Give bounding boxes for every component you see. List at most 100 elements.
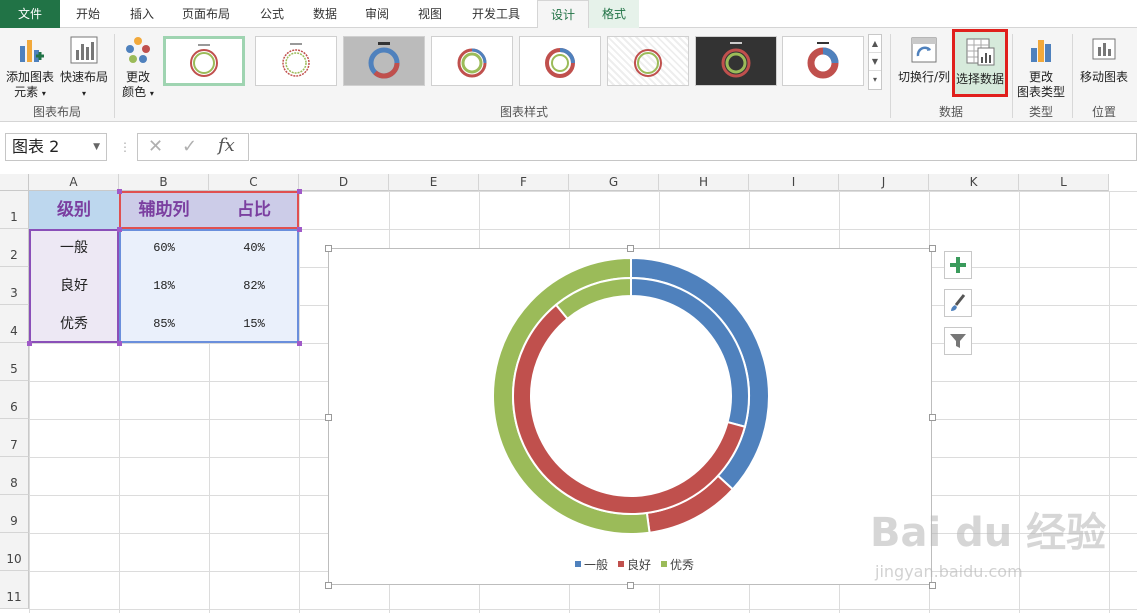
data-cell[interactable]: 60% [119,229,209,267]
column-header-d[interactable]: D [299,174,389,191]
legend-swatch[interactable] [618,561,624,567]
gallery-more-icon[interactable]: ▾ [869,71,881,89]
legend-swatch[interactable] [575,561,581,567]
gallery-up-icon[interactable]: ▲ [869,35,881,53]
column-header-e[interactable]: E [389,174,479,191]
chart-filters-button[interactable] [944,327,972,355]
tab-insert[interactable]: 插入 [116,0,168,28]
chart-layout-group-label: 图表布局 [32,105,81,119]
move-chart-button[interactable]: 移动图表 [1076,34,1132,85]
row-header-9[interactable]: 9 [0,495,29,533]
tab-formulas[interactable]: 公式 [244,0,300,28]
data-cell[interactable]: 82% [209,267,299,305]
tab-view[interactable]: 视图 [404,0,456,28]
column-header-c[interactable]: C [209,174,299,191]
chart-styles-button[interactable] [944,289,972,317]
column-header-a[interactable]: A [29,174,119,191]
insert-function-icon[interactable]: fx [218,135,235,156]
chart-resize-handle[interactable] [325,582,332,589]
column-header-l[interactable]: L [1019,174,1109,191]
change-chart-type-label1: 更改 [1028,70,1053,84]
row-header-2[interactable]: 2 [0,229,29,267]
select-all-corner[interactable] [0,174,29,191]
row-header-4[interactable]: 4 [0,305,29,343]
formula-input[interactable] [250,133,1137,161]
chart-style-thumb-icon [721,42,751,78]
tab-page-layout[interactable]: 页面布局 [168,0,244,28]
chart-style-8[interactable] [782,36,864,86]
row-header-11[interactable]: 11 [0,571,29,609]
legend-label[interactable]: 一般 [584,557,608,572]
select-data-button[interactable]: 选择数据 [952,29,1008,97]
tab-review[interactable]: 审阅 [350,0,404,28]
legend-label[interactable]: 良好 [627,557,651,572]
chart-style-7[interactable] [695,36,777,86]
row-header-3[interactable]: 3 [0,267,29,305]
enter-icon[interactable]: ✓ [182,136,197,157]
grid-row-line [29,609,1137,610]
cancel-icon[interactable]: ✕ [148,136,163,157]
chart-style-2[interactable] [255,36,337,86]
legend-swatch[interactable] [661,561,667,567]
column-header-b[interactable]: B [119,174,209,191]
data-cell[interactable]: 18% [119,267,209,305]
chart-resize-handle[interactable] [627,582,634,589]
row-header-6[interactable]: 6 [0,381,29,419]
chart-resize-handle[interactable] [325,414,332,421]
data-cell[interactable]: 15% [209,305,299,343]
quick-layout-button[interactable]: 快速布局 ▾ [58,34,110,101]
chart-style-thumb-icon [368,42,400,79]
style-gallery-scroll[interactable]: ▲ ▼ ▾ [868,34,882,90]
change-chart-type-label2: 图表类型 [1016,85,1065,99]
chart-style-3[interactable] [343,36,425,86]
column-header-h[interactable]: H [659,174,749,191]
chart-area[interactable]: 一般 良好 优秀 [328,248,932,585]
doughnut-chart: 一般 良好 优秀 [492,256,770,572]
grid-column-line [299,191,300,613]
data-cell[interactable]: 85% [119,305,209,343]
switch-row-column-button[interactable]: 切换行/列 [895,34,953,85]
column-header-i[interactable]: I [749,174,839,191]
legend-label[interactable]: 优秀 [670,558,694,572]
chart-style-1[interactable] [163,36,245,86]
chart-resize-handle[interactable] [929,582,936,589]
data-cell[interactable]: 一般 [29,229,119,267]
column-header-k[interactable]: K [929,174,1019,191]
gallery-down-icon[interactable]: ▼ [869,53,881,71]
header-cell-b1[interactable]: 辅助列 [119,191,209,229]
name-box-dropdown-icon[interactable]: ▼ [93,134,100,160]
chart-elements-button[interactable] [944,251,972,279]
header-cell-a1[interactable]: 级别 [29,191,119,229]
header-cell-c1[interactable]: 占比 [209,191,299,229]
data-cell[interactable]: 优秀 [29,305,119,343]
ribbon-separator [1072,34,1073,118]
add-chart-element-button[interactable]: 添加图表 元素 ▾ [2,34,58,101]
row-header-8[interactable]: 8 [0,457,29,495]
column-header-f[interactable]: F [479,174,569,191]
chart-resize-handle[interactable] [929,245,936,252]
data-cell[interactable]: 良好 [29,267,119,305]
chart-style-5[interactable] [519,36,601,86]
tab-data[interactable]: 数据 [300,0,350,28]
name-box[interactable]: 图表 2 ▼ [5,133,107,161]
chart-style-4[interactable] [431,36,513,86]
row-header-1[interactable]: 1 [0,191,29,229]
chart-resize-handle[interactable] [627,245,634,252]
tab-file[interactable]: 文件 [0,0,60,28]
chart-style-6[interactable] [607,36,689,86]
row-header-10[interactable]: 10 [0,533,29,571]
chart-resize-handle[interactable] [929,414,936,421]
watermark-url: jingyan.baidu.com [875,562,1023,581]
row-header-5[interactable]: 5 [0,343,29,381]
tab-design[interactable]: 设计 [537,0,589,29]
tab-format[interactable]: 格式 [589,0,639,28]
row-header-7[interactable]: 7 [0,419,29,457]
change-colors-button[interactable]: 更改 颜色 ▾ [118,34,158,101]
column-header-j[interactable]: J [839,174,929,191]
chart-resize-handle[interactable] [325,245,332,252]
tab-developer[interactable]: 开发工具 [456,0,536,28]
column-header-g[interactable]: G [569,174,659,191]
data-cell[interactable]: 40% [209,229,299,267]
tab-home[interactable]: 开始 [60,0,116,28]
change-chart-type-button[interactable]: 更改 图表类型 [1014,34,1068,100]
